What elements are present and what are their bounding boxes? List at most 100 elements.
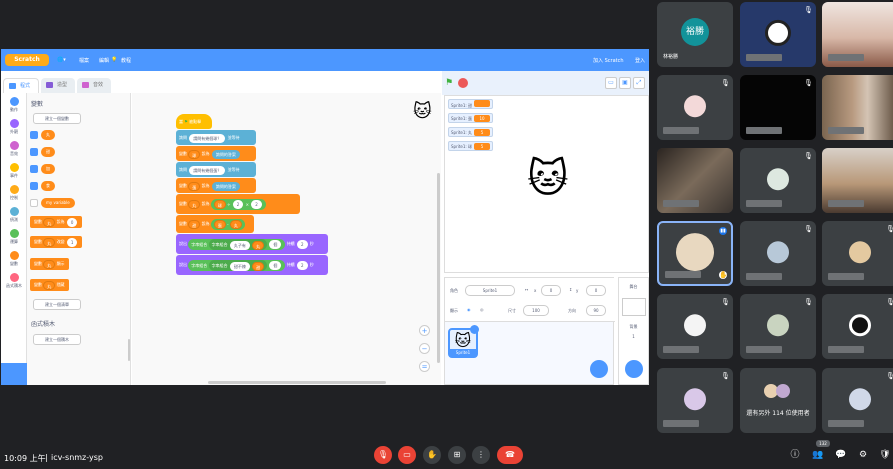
- hide-variable-block[interactable]: 變數 丸 隱藏: [30, 279, 69, 291]
- code-v-scrollbar[interactable]: [437, 173, 440, 363]
- fullscreen-icon[interactable]: ⤢: [633, 77, 645, 89]
- participant-tile[interactable]: [657, 148, 733, 213]
- activities-icon[interactable]: ⚙: [857, 449, 869, 461]
- menu-tutorials[interactable]: 教程: [121, 57, 131, 64]
- var-checkbox[interactable]: [30, 199, 38, 207]
- zoom-reset-icon[interactable]: =: [419, 361, 430, 372]
- set-variable-block[interactable]: 變數 丸 設為 球 ÷ 2 × 2: [176, 194, 300, 214]
- participant-tile[interactable]: 🎙: [822, 294, 893, 359]
- host-controls-icon[interactable]: 🛡: [879, 449, 891, 461]
- more-options-button[interactable]: ⋮: [472, 446, 490, 464]
- palette-scrollbar[interactable]: [128, 339, 130, 361]
- participant-tile[interactable]: 🎙: [822, 368, 893, 433]
- set-variable-block[interactable]: 變數 甜 設為 蛋 - 丸: [176, 215, 254, 233]
- join-block[interactable]: 字串組合 甜不辣 甜: [208, 260, 268, 271]
- menu-edit[interactable]: 編輯: [99, 57, 109, 64]
- set-variable-block[interactable]: 變數 蛋 設為 詢問的答案: [176, 178, 256, 193]
- y-input[interactable]: 0: [586, 285, 606, 296]
- stop-icon[interactable]: [458, 78, 468, 88]
- people-icon[interactable]: 👥: [812, 449, 824, 461]
- join-block[interactable]: 字串組合 丸子有 丸: [208, 239, 268, 250]
- show-variable-block[interactable]: 變數 丸 顯示: [30, 258, 69, 270]
- green-flag-icon[interactable]: ⚑: [445, 78, 455, 88]
- join-block[interactable]: 字串組合 字串組合 丸子有 丸 個: [188, 238, 286, 250]
- ask-and-wait-block[interactable]: 詢問 請問有幾個蛋？ 並等待: [176, 162, 256, 177]
- category-operators[interactable]: 運算: [1, 229, 27, 245]
- code-area[interactable]: 當 ⚑ 被點擊 詢問 請問有幾個球？ 並等待 變數 球 設為 詢問的答案 詢問 …: [132, 93, 441, 385]
- leave-call-button[interactable]: ☎: [497, 446, 523, 464]
- participant-tile[interactable]: [822, 148, 893, 213]
- say-for-secs-block[interactable]: 說出 字串組合 字串組合 丸子有 丸 個 持續 2 秒: [176, 234, 328, 254]
- present-button[interactable]: ⊞: [448, 446, 466, 464]
- show-eye-icon[interactable]: ◉: [467, 307, 471, 312]
- camera-off-button[interactable]: ▭: [398, 446, 416, 464]
- participant-tile[interactable]: [822, 2, 893, 67]
- var-reporter[interactable]: 食: [41, 181, 55, 191]
- x-input[interactable]: 0: [541, 285, 561, 296]
- make-block-button[interactable]: 建立一個積木: [33, 334, 81, 345]
- say-for-secs-block[interactable]: 說出 字串組合 字串組合 甜不辣 甜 個 持續 2 秒: [176, 255, 328, 275]
- stage-selector[interactable]: 舞台 背景 1: [618, 277, 649, 385]
- category-looks[interactable]: 外觀: [1, 119, 27, 135]
- stage[interactable]: Sprite1: 甜 Sprite1: 蛋 10 Sprite1: 丸5 Spri…: [444, 95, 649, 273]
- category-events[interactable]: 事件: [1, 163, 27, 179]
- participant-tile[interactable]: 🎙: [740, 148, 816, 213]
- participant-tile[interactable]: 🎙: [740, 2, 816, 67]
- category-myblocks[interactable]: 函式積木: [1, 273, 27, 289]
- participant-tile[interactable]: 裕勝 林裕勝: [657, 2, 733, 67]
- set-variable-block[interactable]: 變數 丸 設為 0: [30, 216, 83, 228]
- participant-tile[interactable]: 🎙: [657, 75, 733, 140]
- participant-tile[interactable]: 🎙: [657, 294, 733, 359]
- info-icon[interactable]: ⓘ: [789, 449, 801, 461]
- backdrop-thumbnail[interactable]: [621, 298, 646, 316]
- category-control[interactable]: 控制: [1, 185, 27, 201]
- var-checkbox[interactable]: [30, 131, 38, 139]
- add-backdrop-icon[interactable]: [625, 360, 643, 378]
- participant-tile[interactable]: 🎙: [740, 294, 816, 359]
- direction-input[interactable]: 90: [586, 305, 606, 316]
- menu-signup[interactable]: 加入 Scratch: [593, 57, 624, 64]
- var-checkbox[interactable]: [30, 165, 38, 173]
- scratch-logo[interactable]: Scratch: [5, 54, 49, 66]
- var-checkbox[interactable]: [30, 148, 38, 156]
- tab-costumes[interactable]: 造型: [41, 78, 75, 93]
- hide-eye-icon[interactable]: ◎: [480, 307, 484, 312]
- small-stage-icon[interactable]: ▭: [605, 77, 617, 89]
- category-variables[interactable]: 變數: [1, 251, 27, 267]
- mic-off-button[interactable]: 🎙: [374, 446, 392, 464]
- add-extension-button[interactable]: [1, 363, 27, 385]
- var-reporter[interactable]: my variable: [41, 198, 75, 208]
- participant-tile[interactable]: 🎙: [657, 368, 733, 433]
- var-reporter[interactable]: 加: [41, 164, 55, 174]
- tab-code[interactable]: 程式: [3, 78, 39, 93]
- sprite-name-input[interactable]: Sprite1: [465, 285, 515, 296]
- zoom-in-icon[interactable]: +: [419, 325, 430, 336]
- participant-tile[interactable]: 🎙: [740, 221, 816, 286]
- participant-tile[interactable]: [822, 75, 893, 140]
- category-motion[interactable]: 動作: [1, 97, 27, 113]
- menu-signin[interactable]: 登入: [635, 57, 645, 64]
- add-sprite-icon[interactable]: [590, 360, 608, 378]
- operator-block[interactable]: 球 ÷ 2 × 2: [210, 198, 266, 210]
- large-stage-icon[interactable]: ▣: [619, 77, 631, 89]
- more-participants-tile[interactable]: 還有另外 114 位使用者: [740, 368, 816, 433]
- category-sound[interactable]: 音效: [1, 141, 27, 157]
- var-checkbox[interactable]: [30, 182, 38, 190]
- code-h-scrollbar[interactable]: [208, 381, 386, 384]
- set-variable-block[interactable]: 變數 球 設為 詢問的答案: [176, 146, 256, 161]
- active-speaker-tile[interactable]: ▮▮ ✋: [657, 221, 733, 286]
- when-flag-clicked-block[interactable]: 當 ⚑ 被點擊: [176, 114, 212, 129]
- participant-tile[interactable]: 🎙: [822, 221, 893, 286]
- delete-sprite-icon[interactable]: [470, 325, 479, 334]
- join-block[interactable]: 字串組合 字串組合 甜不辣 甜 個: [188, 259, 286, 271]
- globe-icon[interactable]: 🌐▾: [57, 57, 66, 63]
- make-variable-button[interactable]: 建立一個變數: [33, 113, 81, 124]
- var-reporter[interactable]: 丸: [41, 130, 55, 140]
- menu-file[interactable]: 檔案: [79, 57, 89, 64]
- size-input[interactable]: 100: [523, 305, 549, 316]
- make-list-button[interactable]: 建立一個清單: [33, 299, 81, 310]
- tab-sounds[interactable]: 音效: [77, 78, 111, 93]
- var-reporter[interactable]: 甜: [41, 147, 55, 157]
- participant-tile[interactable]: 🎙: [740, 75, 816, 140]
- cat-sprite-icon[interactable]: 🐱: [527, 156, 569, 202]
